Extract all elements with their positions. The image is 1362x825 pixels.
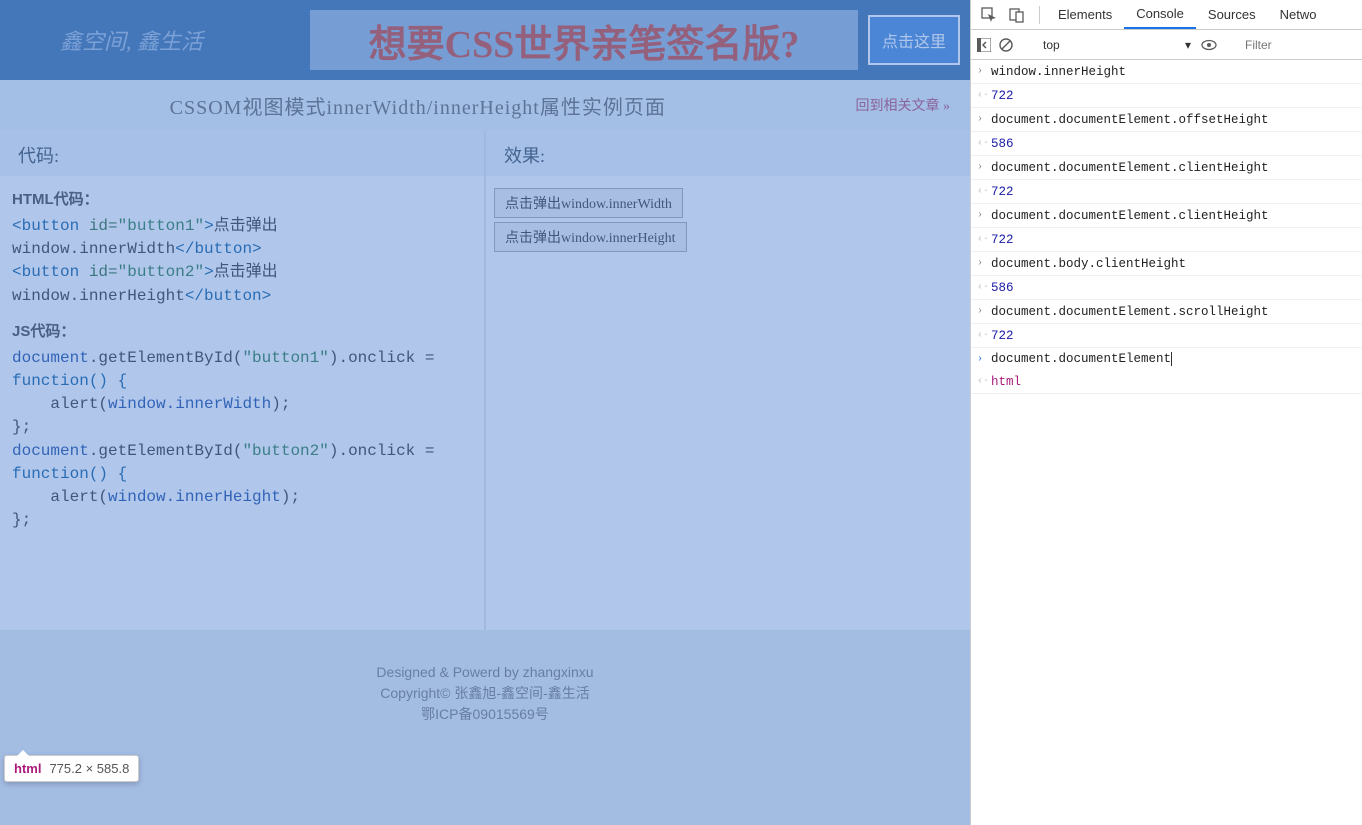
console-result: 722 <box>991 89 1014 103</box>
console-output-line: ‹· 722 <box>971 84 1362 108</box>
console-result: 722 <box>991 185 1014 199</box>
console-command: document.documentElement.offsetHeight <box>991 113 1269 127</box>
code-panel: 代码: HTML代码： <button id="button1">点击弹出win… <box>0 130 486 630</box>
console-filter-input[interactable] <box>1241 36 1362 54</box>
site-header: 鑫空间, 鑫生活 想要CSS世界亲笔签名版? 点击这里 <box>0 0 970 80</box>
footer-line-2: Copyright© 张鑫旭-鑫空间-鑫生活 <box>0 683 970 704</box>
main-panels: 代码: HTML代码： <button id="button1">点击弹出win… <box>0 130 970 630</box>
console-active-input-line[interactable]: › document.documentElement <box>971 348 1362 370</box>
show-console-sidebar-icon[interactable] <box>977 33 991 57</box>
effect-panel-header: 效果: <box>486 130 970 176</box>
device-toolbar-icon[interactable] <box>1005 3 1029 27</box>
site-logo: 鑫空间, 鑫生活 <box>10 24 310 56</box>
output-arrow-icon: ‹· <box>977 282 987 293</box>
page-title: CSSOM视图模式innerWidth/innerHeight属性实例页面 <box>0 91 836 120</box>
tab-console[interactable]: Console <box>1124 0 1196 29</box>
js-code-label: JS代码： <box>12 320 472 341</box>
html-code-label: HTML代码： <box>12 188 472 209</box>
cta-button[interactable]: 点击这里 <box>868 15 960 65</box>
site-footer: Designed & Powerd by zhangxinxu Copyrigh… <box>0 630 970 825</box>
footer-line-1: Designed & Powerd by zhangxinxu <box>0 662 970 683</box>
inspect-element-icon[interactable] <box>977 3 1001 27</box>
console-command: document.documentElement.scrollHeight <box>991 305 1269 319</box>
console-output-line: ‹· 586 <box>971 132 1362 156</box>
console-output[interactable]: › window.innerHeight ‹· 722 › document.docume… <box>971 60 1362 825</box>
tooltip-dimensions: 775.2 × 585.8 <box>49 761 129 776</box>
console-output-line: ‹· 722 <box>971 324 1362 348</box>
context-selector[interactable]: top ▾ <box>1037 34 1197 56</box>
code-panel-header: 代码: <box>0 130 484 176</box>
input-arrow-icon: › <box>977 258 987 269</box>
output-arrow-icon: ‹· <box>977 376 987 387</box>
console-result: 586 <box>991 137 1014 151</box>
separator <box>1039 6 1040 24</box>
demo-button-innerheight[interactable]: 点击弹出window.innerHeight <box>494 222 687 252</box>
tab-elements[interactable]: Elements <box>1046 1 1124 28</box>
context-selector-value: top <box>1043 38 1060 52</box>
html-code-block: <button id="button1">点击弹出window.innerWid… <box>12 215 472 308</box>
input-arrow-icon: › <box>977 354 987 365</box>
devtools-panel: Elements Console Sources Netwo top ▾ › wi… <box>970 0 1362 825</box>
input-arrow-icon: › <box>977 114 987 125</box>
console-output-line: ‹· html <box>971 370 1362 394</box>
tooltip-tag: html <box>14 761 41 776</box>
element-inspect-tooltip: html 775.2 × 585.8 <box>4 755 139 782</box>
effect-panel-body: 点击弹出window.innerWidth 点击弹出window.innerHe… <box>486 176 970 264</box>
chevron-down-icon: ▾ <box>1185 38 1191 52</box>
console-input-line: › document.body.clientHeight <box>971 252 1362 276</box>
devtools-tabbar: Elements Console Sources Netwo <box>971 0 1362 30</box>
console-command: document.documentElement.clientHeight <box>991 161 1269 175</box>
console-result: 586 <box>991 281 1014 295</box>
console-input-line: › window.innerHeight <box>971 60 1362 84</box>
console-toolbar: top ▾ <box>971 30 1362 60</box>
input-arrow-icon: › <box>977 66 987 77</box>
promo-banner: 想要CSS世界亲笔签名版? <box>310 10 858 70</box>
console-result: html <box>991 375 1021 389</box>
js-code-block: document.getElementById("button1").oncli… <box>12 347 472 533</box>
console-result: 722 <box>991 329 1014 343</box>
console-input-line: › document.documentElement.clientHeight <box>971 156 1362 180</box>
output-arrow-icon: ‹· <box>977 138 987 149</box>
output-arrow-icon: ‹· <box>977 90 987 101</box>
console-command: document.body.clientHeight <box>991 257 1186 271</box>
console-output-line: ‹· 722 <box>971 180 1362 204</box>
console-input-line: › document.documentElement.scrollHeight <box>971 300 1362 324</box>
console-output-line: ‹· 722 <box>971 228 1362 252</box>
output-arrow-icon: ‹· <box>977 330 987 341</box>
input-arrow-icon: › <box>977 210 987 221</box>
console-output-line: ‹· 586 <box>971 276 1362 300</box>
console-command: window.innerHeight <box>991 65 1126 79</box>
page-content: 鑫空间, 鑫生活 想要CSS世界亲笔签名版? 点击这里 CSSOM视图模式inn… <box>0 0 970 825</box>
tab-network[interactable]: Netwo <box>1268 1 1329 28</box>
console-input-line: › document.documentElement.clientHeight <box>971 204 1362 228</box>
demo-button-innerwidth[interactable]: 点击弹出window.innerWidth <box>494 188 683 218</box>
footer-line-3: 鄂ICP备09015569号 <box>0 704 970 725</box>
back-to-article-link[interactable]: 回到相关文章 » <box>836 95 971 115</box>
subheader: CSSOM视图模式innerWidth/innerHeight属性实例页面 回到… <box>0 80 970 130</box>
input-arrow-icon: › <box>977 306 987 317</box>
clear-console-icon[interactable] <box>999 33 1013 57</box>
text-cursor <box>1171 352 1172 366</box>
output-arrow-icon: ‹· <box>977 186 987 197</box>
input-arrow-icon: › <box>977 162 987 173</box>
console-input-line: › document.documentElement.offsetHeight <box>971 108 1362 132</box>
tab-sources[interactable]: Sources <box>1196 1 1268 28</box>
console-input[interactable]: document.documentElement <box>991 352 1171 366</box>
console-result: 722 <box>991 233 1014 247</box>
code-panel-body: HTML代码： <button id="button1">点击弹出window.… <box>0 176 484 544</box>
live-expression-icon[interactable] <box>1201 33 1217 57</box>
console-command: document.documentElement.clientHeight <box>991 209 1269 223</box>
effect-panel: 效果: 点击弹出window.innerWidth 点击弹出window.inn… <box>486 130 970 630</box>
output-arrow-icon: ‹· <box>977 234 987 245</box>
